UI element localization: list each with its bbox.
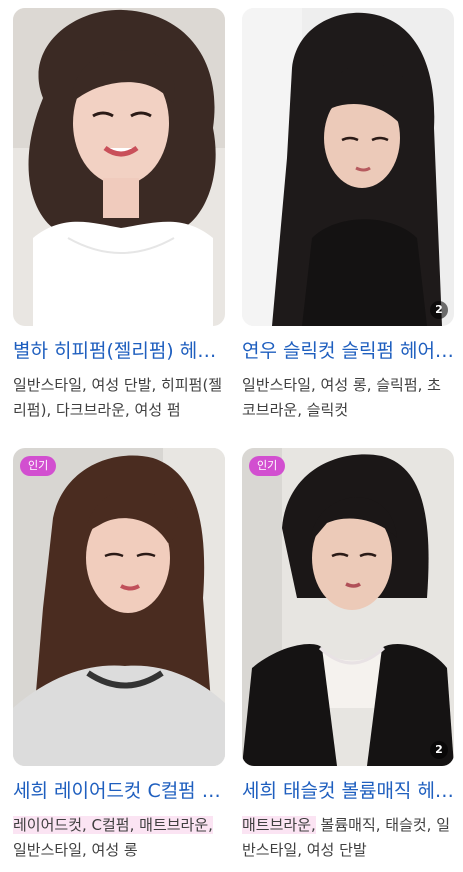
hairstyle-card[interactable]: 인기 세희 레이어드컷 C컬펌 헤어스타일 레이어드컷, C컬펌, 매트브라운,… (13, 448, 225, 863)
woman-bob-cut-photo (242, 448, 454, 766)
hairstyle-card[interactable]: 별하 히피펌(젤리펌) 헤어스타일 일반스타일, 여성 단발, 히피펌(젤리펌)… (13, 8, 225, 423)
image-count-badge: 2 (430, 301, 448, 319)
hairstyle-thumbnail[interactable]: 인기 (13, 448, 225, 766)
hairstyle-tags-highlight: 레이어드컷, C컬펌, 매트브라운, (13, 816, 213, 834)
hairstyle-title-link[interactable]: 연우 슬릭컷 슬릭펌 헤어스타일 (242, 338, 454, 364)
hairstyle-card[interactable]: 2 연우 슬릭컷 슬릭펌 헤어스타일 일반스타일, 여성 롱, 슬릭펌, 초코브… (242, 8, 454, 423)
hairstyle-title-link[interactable]: 별하 히피펌(젤리펌) 헤어스타일 (13, 338, 225, 364)
woman-curly-hair-photo (13, 8, 225, 326)
hairstyle-grid: 별하 히피펌(젤리펌) 헤어스타일 일반스타일, 여성 단발, 히피펌(젤리펌)… (0, 0, 463, 872)
hairstyle-tags: 레이어드컷, C컬펌, 매트브라운, 일반스타일, 여성 롱 (13, 813, 225, 863)
hairstyle-title-link[interactable]: 세희 태슬컷 볼륨매직 헤어스타일 (242, 778, 454, 804)
hairstyle-title-link[interactable]: 세희 레이어드컷 C컬펌 헤어스타일 (13, 778, 225, 804)
hairstyle-tags: 매트브라운, 볼륨매직, 태슬컷, 일반스타일, 여성 단발 (242, 813, 454, 863)
hairstyle-tags-highlight: 매트브라운, (242, 816, 316, 834)
woman-layered-cut-photo (13, 448, 225, 766)
hairstyle-thumbnail[interactable] (13, 8, 225, 326)
image-count-badge: 2 (430, 741, 448, 759)
popular-badge: 인기 (20, 456, 57, 476)
hairstyle-tags: 일반스타일, 여성 롱, 슬릭펌, 초코브라운, 슬릭컷 (242, 376, 441, 419)
hairstyle-card[interactable]: 인기 2 세희 태슬컷 볼륨매직 헤어스타일 매트브라운, 볼륨매직, 태슬컷,… (242, 448, 454, 863)
hairstyle-tags: 일반스타일, 여성 단발, 히피펌(젤리펌), 다크브라운, 여성 펌 (13, 376, 223, 419)
hairstyle-thumbnail[interactable]: 인기 2 (242, 448, 454, 766)
woman-long-straight-hair-photo (242, 8, 454, 326)
popular-badge: 인기 (249, 456, 286, 476)
hairstyle-thumbnail[interactable]: 2 (242, 8, 454, 326)
hairstyle-tags-rest: 일반스타일, 여성 롱 (13, 841, 138, 859)
